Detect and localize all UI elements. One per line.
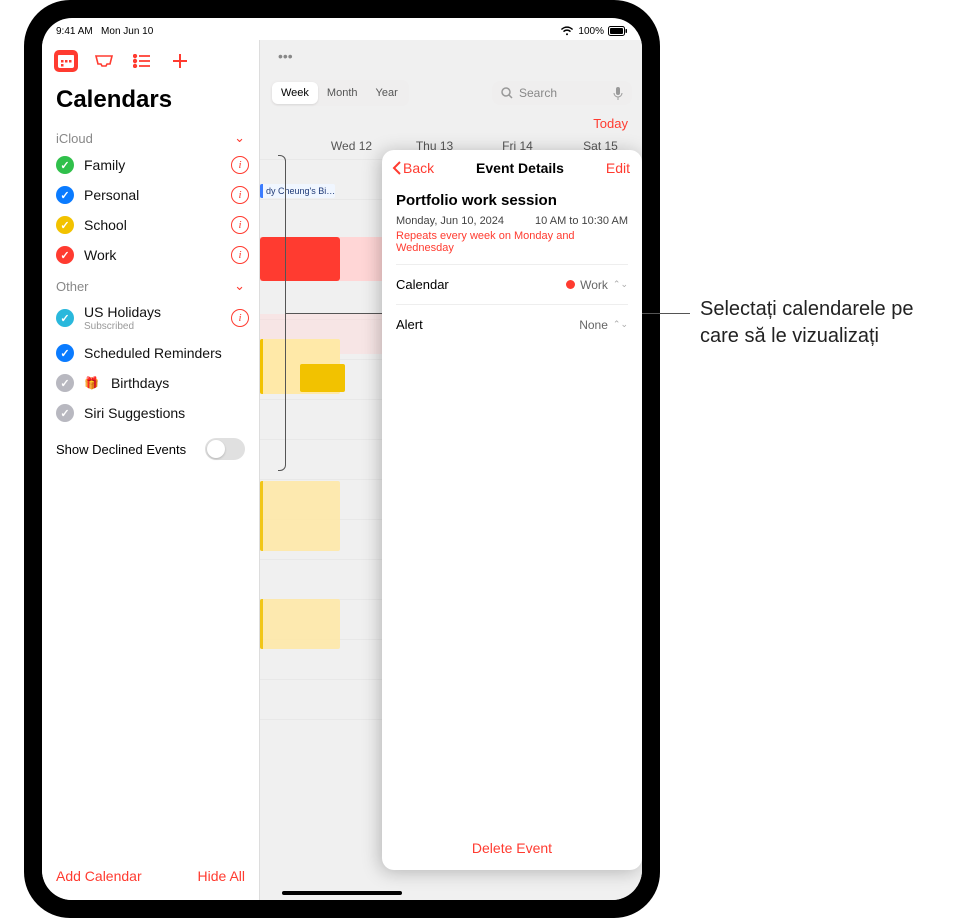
event-date: Monday, Jun 10, 2024 bbox=[396, 215, 504, 227]
search-placeholder: Search bbox=[519, 86, 557, 100]
calendar-label: Birthdays bbox=[111, 375, 249, 391]
calendar-item-reminders[interactable]: ✓ Scheduled Reminders bbox=[42, 338, 259, 368]
seg-week[interactable]: Week bbox=[272, 82, 318, 104]
battery-icon bbox=[608, 26, 628, 36]
day-label: Wed 12 bbox=[310, 139, 393, 153]
edit-button[interactable]: Edit bbox=[606, 160, 630, 176]
check-icon: ✓ bbox=[56, 374, 74, 392]
back-button[interactable]: Back bbox=[392, 160, 434, 176]
color-dot-icon bbox=[566, 280, 575, 289]
status-date: Mon Jun 10 bbox=[101, 26, 153, 37]
mic-icon[interactable] bbox=[613, 87, 623, 100]
calendar-label: US Holidays Subscribed bbox=[84, 304, 221, 332]
check-icon: ✓ bbox=[56, 216, 74, 234]
event-repeats: Repeats every week on Monday and Wednesd… bbox=[396, 230, 628, 254]
row-value: None bbox=[579, 318, 608, 332]
calendar-item-school[interactable]: ✓ School i bbox=[42, 210, 259, 240]
updown-icon: ⌃⌄ bbox=[613, 279, 628, 290]
status-bar: 9:41 AM Mon Jun 10 100% bbox=[42, 18, 642, 38]
section-icloud-label: iCloud bbox=[56, 131, 93, 146]
calendar-label: Work bbox=[84, 247, 221, 263]
calendar-label: Family bbox=[84, 157, 221, 173]
add-icon[interactable] bbox=[168, 50, 192, 72]
sidebar-toolbar bbox=[42, 40, 259, 76]
calendar-item-work[interactable]: ✓ Work i bbox=[42, 240, 259, 270]
section-other[interactable]: Other ⌄ bbox=[42, 270, 259, 298]
calendar-label: Siri Suggestions bbox=[84, 405, 249, 421]
check-icon: ✓ bbox=[56, 404, 74, 422]
event-block[interactable] bbox=[260, 599, 340, 649]
section-icloud[interactable]: iCloud ⌄ bbox=[42, 122, 259, 150]
toggle-declined[interactable]: Show Declined Events bbox=[42, 428, 259, 470]
updown-icon: ⌃⌄ bbox=[613, 319, 628, 330]
toggle-label: Show Declined Events bbox=[56, 442, 186, 457]
search-icon bbox=[501, 87, 513, 99]
calendar-sublabel: Subscribed bbox=[84, 321, 221, 332]
row-label: Alert bbox=[396, 317, 423, 332]
info-icon[interactable]: i bbox=[231, 186, 249, 204]
calendar-item-birthdays[interactable]: ✓ 🎁 Birthdays bbox=[42, 368, 259, 398]
seg-month[interactable]: Month bbox=[318, 82, 367, 104]
event-details-popup: Back Event Details Edit Portfolio work s… bbox=[382, 150, 642, 870]
list-icon[interactable] bbox=[130, 50, 154, 72]
callout-text: Selectați calendarele pe care să le vizu… bbox=[700, 296, 930, 350]
gift-icon: 🎁 bbox=[84, 376, 99, 390]
hide-all-button[interactable]: Hide All bbox=[198, 868, 245, 884]
back-label: Back bbox=[403, 160, 434, 176]
battery-pct: 100% bbox=[578, 26, 604, 37]
event-block[interactable] bbox=[260, 481, 340, 551]
check-icon: ✓ bbox=[56, 246, 74, 264]
main-area: ••• Day Week Month Year Search bbox=[260, 40, 642, 900]
check-icon: ✓ bbox=[56, 309, 74, 327]
chevron-down-icon: ⌄ bbox=[234, 278, 245, 294]
delete-event-button[interactable]: Delete Event bbox=[382, 826, 642, 870]
event-calendar-row[interactable]: Calendar Work ⌃⌄ bbox=[396, 264, 628, 304]
view-segmented[interactable]: Day Week Month Year bbox=[270, 80, 409, 106]
chevron-down-icon: ⌄ bbox=[234, 130, 245, 146]
check-icon: ✓ bbox=[56, 186, 74, 204]
event-block[interactable] bbox=[260, 237, 340, 281]
calendar-label: Personal bbox=[84, 187, 221, 203]
callout-bracket bbox=[278, 155, 286, 471]
calendar-item-personal[interactable]: ✓ Personal i bbox=[42, 180, 259, 210]
popup-title: Event Details bbox=[476, 160, 564, 176]
row-label: Calendar bbox=[396, 277, 449, 292]
row-value: Work bbox=[580, 278, 608, 292]
sidebar: Calendars iCloud ⌄ ✓ Family i ✓ Personal… bbox=[42, 40, 260, 900]
check-icon: ✓ bbox=[56, 156, 74, 174]
event-time: 10 AM to 10:30 AM bbox=[535, 215, 628, 227]
calendar-item-family[interactable]: ✓ Family i bbox=[42, 150, 259, 180]
inbox-icon[interactable] bbox=[92, 50, 116, 72]
calendar-label-text: US Holidays bbox=[84, 304, 221, 320]
info-icon[interactable]: i bbox=[231, 216, 249, 234]
wifi-icon bbox=[560, 26, 574, 36]
event-block[interactable] bbox=[300, 364, 345, 392]
calendar-label: School bbox=[84, 217, 221, 233]
home-indicator[interactable] bbox=[282, 891, 402, 895]
calendar-item-siri[interactable]: ✓ Siri Suggestions bbox=[42, 398, 259, 428]
check-icon: ✓ bbox=[56, 344, 74, 362]
info-icon[interactable]: i bbox=[231, 246, 249, 264]
calendar-label: Scheduled Reminders bbox=[84, 345, 249, 361]
sidebar-title: Calendars bbox=[42, 76, 259, 122]
today-button[interactable]: Today bbox=[260, 112, 642, 133]
chevron-left-icon bbox=[392, 161, 401, 175]
event-title: Portfolio work session bbox=[396, 192, 628, 209]
seg-year[interactable]: Year bbox=[367, 82, 407, 104]
calendar-icon[interactable] bbox=[54, 50, 78, 72]
calendar-item-usholidays[interactable]: ✓ US Holidays Subscribed i bbox=[42, 298, 259, 338]
toggle-switch[interactable] bbox=[205, 438, 245, 460]
event-alert-row[interactable]: Alert None ⌃⌄ bbox=[396, 304, 628, 344]
add-calendar-button[interactable]: Add Calendar bbox=[56, 868, 142, 884]
info-icon[interactable]: i bbox=[231, 156, 249, 174]
section-other-label: Other bbox=[56, 279, 89, 294]
search-field[interactable]: Search bbox=[492, 81, 632, 105]
status-time: 9:41 AM bbox=[56, 26, 93, 37]
more-icon[interactable]: ••• bbox=[270, 46, 301, 66]
info-icon[interactable]: i bbox=[231, 309, 249, 327]
